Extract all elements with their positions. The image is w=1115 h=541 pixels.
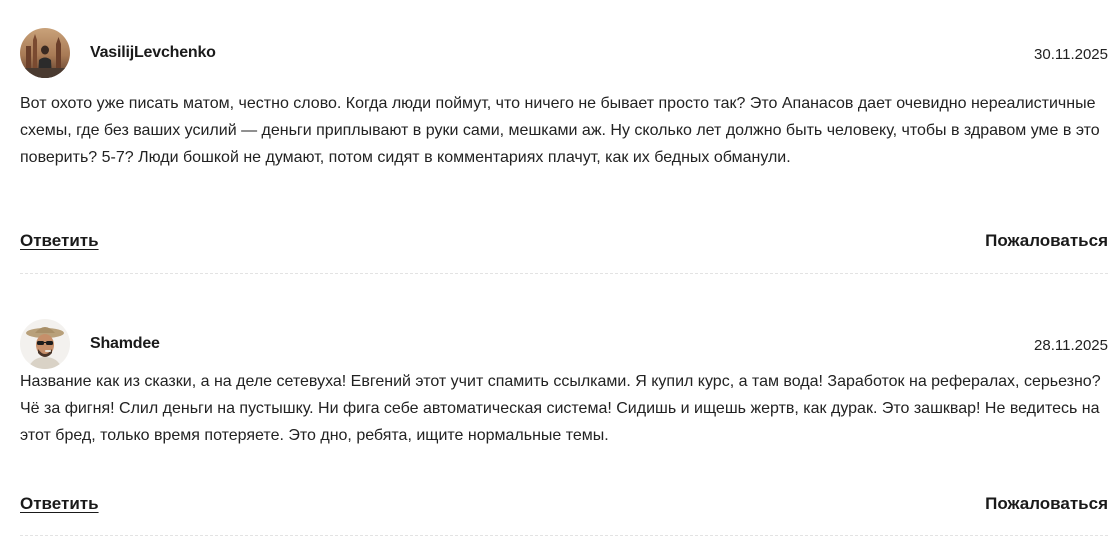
comment-author: Shamdee xyxy=(90,335,160,352)
comment-text: Вот охото уже писать матом, честно слово… xyxy=(20,95,1100,166)
comment-divider xyxy=(20,535,1108,536)
reply-link[interactable]: Ответить xyxy=(20,494,99,514)
comment-date: 28.11.2025 xyxy=(1034,337,1108,354)
user-avatar[interactable] xyxy=(20,319,70,369)
comment-divider xyxy=(20,273,1108,274)
comment-text: Название как из сказки, а на деле сетеву… xyxy=(20,373,1101,444)
user-avatar[interactable] xyxy=(20,28,70,78)
user-photo-avatar-icon xyxy=(20,319,70,369)
comment-author: VasilijLevchenko xyxy=(90,44,216,61)
comment-date: 30.11.2025 xyxy=(1034,46,1108,63)
comment-actions: Ответить Пожаловаться xyxy=(20,231,1108,255)
comment-actions: Ответить Пожаловаться xyxy=(20,494,1108,518)
report-link[interactable]: Пожаловаться xyxy=(985,494,1108,514)
comment-header: VasilijLevchenko 30.11.2025 xyxy=(20,26,1108,80)
comment-item: VasilijLevchenko 30.11.2025 Вот охото уж… xyxy=(20,26,1108,274)
comment-item: Shamdee 28.11.2025 Название как из сказк… xyxy=(20,317,1108,536)
comment-header: Shamdee 28.11.2025 xyxy=(20,317,1108,371)
user-photo-avatar-icon xyxy=(20,28,70,78)
reply-link[interactable]: Ответить xyxy=(20,231,99,251)
report-link[interactable]: Пожаловаться xyxy=(985,231,1108,251)
